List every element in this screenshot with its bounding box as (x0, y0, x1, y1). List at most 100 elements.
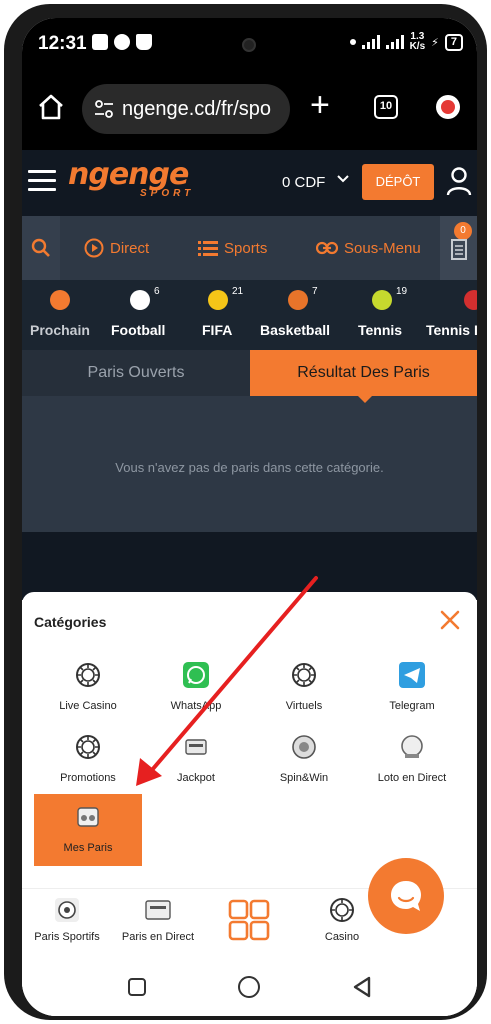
home-button-icon[interactable] (238, 976, 260, 998)
casino-chip-icon (330, 898, 354, 922)
link-icon (316, 241, 338, 255)
url-text: ngenge.cd/fr/spo (122, 98, 271, 120)
nav-direct-label: Direct (110, 239, 150, 257)
new-tab-icon[interactable]: + (310, 88, 330, 122)
sport-label: Prochain (30, 322, 90, 338)
android-nav-bar (22, 960, 477, 1016)
my-bets-icon (77, 807, 99, 827)
site-settings-icon[interactable] (94, 100, 114, 118)
category-label: Virtuels (285, 700, 323, 712)
sheet-title: Catégories (34, 614, 107, 630)
soccer-ball-icon (55, 898, 79, 922)
category-label: Jackpot (177, 772, 215, 784)
basketball-icon (288, 290, 308, 310)
search-button[interactable] (22, 216, 60, 280)
sport-table-tennis[interactable]: Tennis I (422, 280, 477, 350)
update-icon[interactable] (436, 95, 460, 119)
sport-count: 21 (232, 286, 244, 297)
sport-label: Tennis I (426, 322, 477, 338)
signal-icon (361, 35, 380, 49)
battery-icon: 7 (444, 33, 463, 51)
category-label: Loto en Direct (377, 772, 447, 784)
live-betting-icon (145, 900, 171, 920)
grid-menu-icon[interactable] (228, 899, 270, 941)
logo-subtext: SPORT (140, 188, 195, 199)
sport-basketball[interactable]: 7 Basketball (256, 280, 344, 350)
balance-display[interactable]: 0 CDF (282, 174, 325, 191)
bottom-nav-live[interactable]: Paris en Direct (108, 897, 208, 943)
sport-prochain[interactable]: Prochain (22, 280, 100, 350)
bottom-nav-label: Paris Sportifs (34, 931, 100, 943)
status-right: 1.3 K/s ⚡ 7 (349, 32, 463, 52)
betslip-button[interactable]: 0 (440, 216, 477, 280)
sport-label: Tennis (358, 322, 403, 338)
category-loto-direct[interactable]: Loto en Direct (358, 724, 466, 796)
site-header: ngenge SPORT 0 CDF DÉPÔT (22, 150, 477, 216)
status-bar: 12:31 1.3 K/s ⚡ 7 (22, 18, 477, 70)
phone-screen: 12:31 1.3 K/s ⚡ 7 ngenge.cd/fr/spo + 10 … (22, 18, 477, 1016)
tab-bet-results[interactable]: Résultat Des Paris (250, 350, 477, 396)
category-jackpot[interactable]: Jackpot (142, 724, 250, 796)
sport-count: 6 (154, 286, 160, 297)
category-mes-paris[interactable]: Mes Paris (34, 794, 142, 866)
tab-switcher-icon[interactable]: 10 (374, 95, 398, 119)
logo-text: ngenge (68, 157, 189, 192)
category-virtuels[interactable]: Virtuels (250, 652, 358, 724)
flask-icon (136, 34, 152, 50)
roulette-icon (292, 735, 316, 759)
casino-chip-icon (76, 663, 100, 687)
tab-open-bets[interactable]: Paris Ouverts (22, 350, 250, 396)
telegram-icon (399, 662, 425, 688)
phone-frame: 12:31 1.3 K/s ⚡ 7 ngenge.cd/fr/spo + 10 … (4, 4, 487, 1020)
casino-chip-icon (292, 663, 316, 687)
tennis-ball-icon (372, 290, 392, 310)
lottery-icon (401, 735, 423, 758)
sport-label: FIFA (202, 322, 233, 338)
hamburger-menu-icon[interactable] (28, 170, 56, 192)
sport-tennis[interactable]: 19 Tennis (352, 280, 414, 350)
page-footer (22, 532, 477, 600)
empty-state-message: Vous n'avez pas de paris dans cette caté… (115, 460, 384, 475)
live-chat-button[interactable] (368, 858, 444, 934)
category-spin-win[interactable]: Spin&Win (250, 724, 358, 796)
category-whatsapp[interactable]: WhatsApp (142, 652, 250, 724)
site-nav: Direct Sports Sous-Menu 0 (22, 216, 477, 280)
search-icon (31, 238, 50, 257)
nav-submenu-label: Sous-Menu (344, 239, 421, 257)
category-live-casino[interactable]: Live Casino (34, 652, 142, 724)
sport-count: 7 (312, 286, 318, 297)
category-telegram[interactable]: Telegram (358, 652, 466, 724)
category-promotions[interactable]: Promotions (34, 724, 142, 796)
site-logo[interactable]: ngenge SPORT (68, 160, 210, 206)
nav-submenu[interactable]: Sous-Menu (316, 216, 421, 280)
nav-sports[interactable]: Sports (198, 216, 267, 280)
casino-chip-icon (76, 735, 100, 759)
recent-apps-icon[interactable] (128, 978, 146, 996)
deposit-button[interactable]: DÉPÔT (362, 164, 434, 200)
list-icon (198, 241, 218, 256)
sport-count: 19 (396, 286, 408, 297)
dot-icon (349, 39, 356, 45)
sport-label: Football (111, 322, 166, 338)
network-speed: 1.3 K/s (410, 32, 426, 52)
home-icon[interactable] (36, 92, 66, 122)
nav-sports-label: Sports (224, 239, 268, 257)
back-icon[interactable] (352, 976, 372, 998)
category-label: WhatsApp (170, 700, 222, 712)
front-camera (242, 38, 256, 52)
address-bar[interactable]: ngenge.cd/fr/spo (82, 84, 290, 134)
nav-direct[interactable]: Direct (84, 216, 149, 280)
table-tennis-icon (464, 290, 477, 310)
bottom-nav-sports[interactable]: Paris Sportifs (22, 897, 117, 943)
chevron-down-icon[interactable] (336, 172, 350, 186)
my-bets-panel: Paris Ouverts Résultat Des Paris Vous n'… (22, 350, 477, 600)
notification-icons (92, 34, 152, 50)
user-profile-icon[interactable] (446, 166, 472, 196)
sport-football[interactable]: 6 Football (102, 280, 182, 350)
close-icon[interactable] (438, 608, 462, 632)
browser-toolbar: ngenge.cd/fr/spo + 10 (22, 70, 477, 150)
signal-2-icon (385, 35, 404, 49)
soccer-ball-icon (130, 290, 150, 310)
sport-fifa[interactable]: 21 FIFA (188, 280, 248, 350)
clock-icon (50, 290, 70, 310)
